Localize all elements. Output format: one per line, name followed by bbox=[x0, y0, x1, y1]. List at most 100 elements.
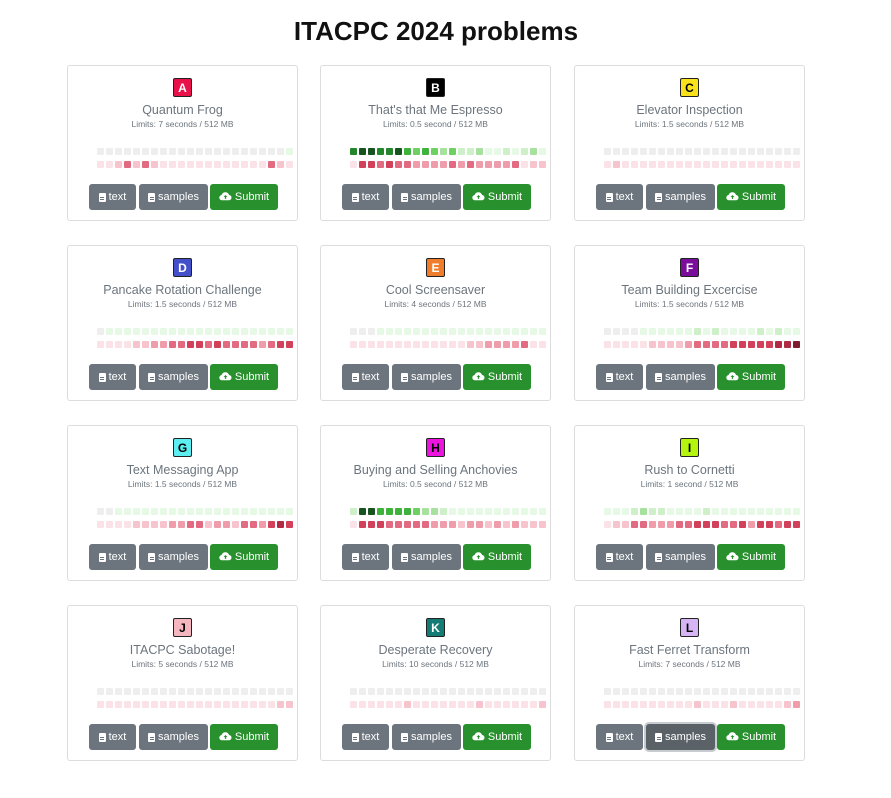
stats-square bbox=[115, 521, 122, 528]
problem-title[interactable]: Cool Screensaver bbox=[321, 283, 550, 297]
stats-square bbox=[667, 688, 674, 695]
text-button[interactable]: text bbox=[342, 364, 389, 390]
stats-square bbox=[784, 508, 791, 515]
stats-square bbox=[667, 328, 674, 335]
submit-button[interactable]: Submit bbox=[210, 364, 278, 390]
text-button[interactable]: text bbox=[596, 544, 643, 570]
samples-button[interactable]: samples bbox=[392, 544, 461, 570]
submit-button[interactable]: Submit bbox=[210, 544, 278, 570]
text-button[interactable]: text bbox=[89, 724, 136, 750]
submit-button[interactable]: Submit bbox=[463, 184, 531, 210]
text-button[interactable]: text bbox=[342, 544, 389, 570]
samples-button[interactable]: samples bbox=[139, 184, 208, 210]
stats-square bbox=[395, 341, 402, 348]
stats-square bbox=[485, 328, 492, 335]
stats-square bbox=[485, 508, 492, 515]
problem-title[interactable]: Desperate Recovery bbox=[321, 643, 550, 657]
samples-button[interactable]: samples bbox=[646, 544, 715, 570]
problem-title[interactable]: ITACPC Sabotage! bbox=[68, 643, 297, 657]
stats-square bbox=[631, 148, 638, 155]
text-button[interactable]: text bbox=[89, 544, 136, 570]
stats-square bbox=[377, 148, 384, 155]
stats-row-rejected bbox=[604, 701, 800, 708]
problem-title[interactable]: Rush to Cornetti bbox=[575, 463, 804, 477]
stats-square bbox=[494, 688, 501, 695]
stats-square bbox=[187, 148, 194, 155]
problem-title[interactable]: Team Building Excercise bbox=[575, 283, 804, 297]
stats-square bbox=[784, 521, 791, 528]
submit-button[interactable]: Submit bbox=[717, 544, 785, 570]
stats-square bbox=[404, 508, 411, 515]
problem-title[interactable]: Fast Ferret Transform bbox=[575, 643, 804, 657]
stats-square bbox=[604, 328, 611, 335]
stats-square bbox=[214, 341, 221, 348]
text-button[interactable]: text bbox=[342, 724, 389, 750]
samples-button[interactable]: samples bbox=[392, 724, 461, 750]
stats-square bbox=[115, 148, 122, 155]
submit-button[interactable]: Submit bbox=[463, 364, 531, 390]
stats-square bbox=[766, 341, 773, 348]
samples-button[interactable]: samples bbox=[392, 184, 461, 210]
stats-square bbox=[359, 701, 366, 708]
text-button[interactable]: text bbox=[89, 364, 136, 390]
submit-button[interactable]: Submit bbox=[463, 724, 531, 750]
submit-button[interactable]: Submit bbox=[463, 544, 531, 570]
stats-square bbox=[539, 688, 546, 695]
stats-square bbox=[676, 701, 683, 708]
samples-button[interactable]: samples bbox=[139, 544, 208, 570]
stats-square bbox=[676, 688, 683, 695]
submit-button[interactable]: Submit bbox=[210, 184, 278, 210]
submit-button[interactable]: Submit bbox=[717, 364, 785, 390]
stats-square bbox=[622, 148, 629, 155]
stats-square bbox=[142, 328, 149, 335]
samples-button[interactable]: samples bbox=[646, 724, 715, 750]
file-icon bbox=[98, 732, 106, 742]
problem-limits: Limits: 0.5 second / 512 MB bbox=[383, 119, 488, 129]
text-button[interactable]: text bbox=[596, 364, 643, 390]
stats-square bbox=[106, 328, 113, 335]
stats-square bbox=[422, 148, 429, 155]
stats-square bbox=[685, 508, 692, 515]
problem-title[interactable]: Pancake Rotation Challenge bbox=[68, 283, 297, 297]
stats-square bbox=[640, 148, 647, 155]
stats-square bbox=[658, 341, 665, 348]
submit-button[interactable]: Submit bbox=[717, 724, 785, 750]
stats-square bbox=[142, 148, 149, 155]
samples-button[interactable]: samples bbox=[139, 364, 208, 390]
samples-button[interactable]: samples bbox=[646, 184, 715, 210]
stats-square bbox=[359, 341, 366, 348]
stats-square bbox=[259, 688, 266, 695]
samples-button[interactable]: samples bbox=[139, 724, 208, 750]
text-button[interactable]: text bbox=[89, 184, 136, 210]
stats-square bbox=[730, 341, 737, 348]
problem-title[interactable]: That's that Me Espresso bbox=[321, 103, 550, 117]
text-button[interactable]: text bbox=[596, 184, 643, 210]
submit-button[interactable]: Submit bbox=[717, 184, 785, 210]
problem-title[interactable]: Text Messaging App bbox=[68, 463, 297, 477]
stats-square bbox=[160, 701, 167, 708]
samples-button[interactable]: samples bbox=[392, 364, 461, 390]
text-button[interactable]: text bbox=[342, 184, 389, 210]
samples-button[interactable]: samples bbox=[646, 364, 715, 390]
stats-square bbox=[458, 521, 465, 528]
stats-square bbox=[604, 688, 611, 695]
stats-square bbox=[368, 508, 375, 515]
submit-button[interactable]: Submit bbox=[210, 724, 278, 750]
stats-square bbox=[232, 508, 239, 515]
problem-letter-badge: E bbox=[426, 258, 445, 277]
problem-title[interactable]: Quantum Frog bbox=[68, 103, 297, 117]
stats-square bbox=[712, 521, 719, 528]
problem-title[interactable]: Buying and Selling Anchovies bbox=[321, 463, 550, 477]
problem-title[interactable]: Elevator Inspection bbox=[575, 103, 804, 117]
stats-square bbox=[793, 148, 800, 155]
stats-square bbox=[748, 328, 755, 335]
text-button[interactable]: text bbox=[596, 724, 643, 750]
submit-button-label: Submit bbox=[234, 551, 270, 563]
stats-square bbox=[386, 701, 393, 708]
stats-square bbox=[286, 701, 293, 708]
problem-card: J ITACPC Sabotage! Limits: 5 seconds / 512… bbox=[67, 605, 298, 761]
file-icon bbox=[351, 192, 359, 202]
stats-square bbox=[667, 161, 674, 168]
stats-square bbox=[124, 701, 131, 708]
stats-square bbox=[241, 508, 248, 515]
